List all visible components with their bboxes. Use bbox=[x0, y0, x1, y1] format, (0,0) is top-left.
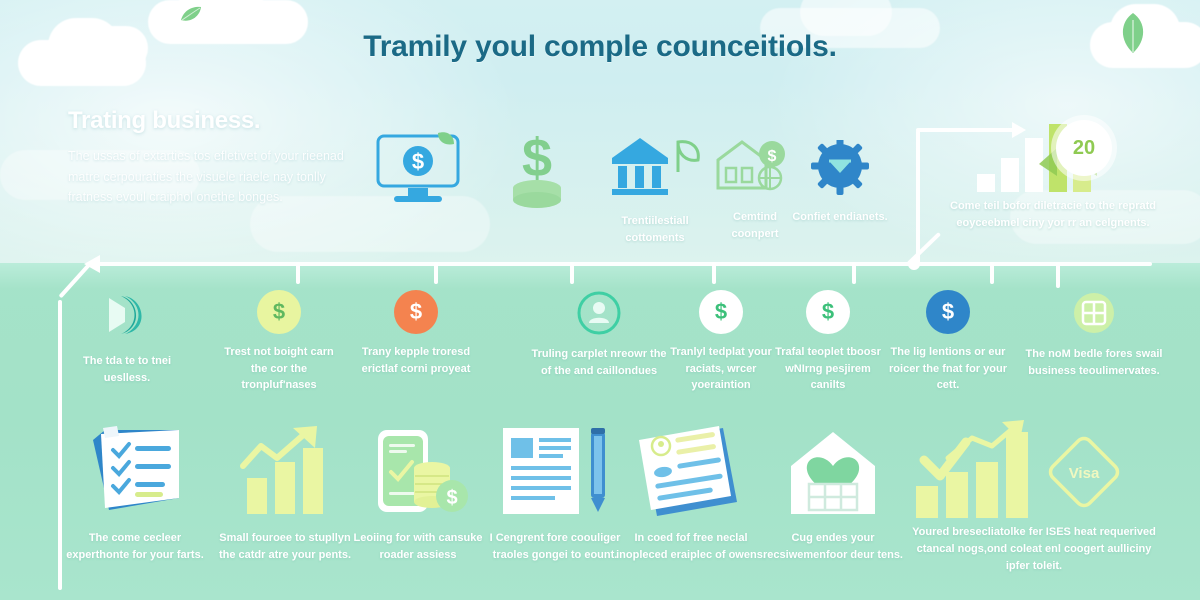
dollar-coin-icon: $ bbox=[926, 290, 970, 334]
bottom-item-0[interactable]: The come cecleer experthonte for your fa… bbox=[62, 424, 208, 564]
timeline-tick bbox=[852, 262, 856, 284]
monitor-dollar-icon: $ bbox=[376, 132, 460, 202]
timeline-tick bbox=[296, 262, 300, 284]
mid-item-1[interactable]: $ Trest not boight carn the cor the tron… bbox=[218, 290, 340, 394]
house-heart-illo bbox=[791, 432, 875, 514]
connector-drop bbox=[1056, 262, 1060, 288]
id-document-illo bbox=[639, 426, 737, 516]
dollar-coin-icon: $ bbox=[394, 290, 438, 334]
top-item-0: $ bbox=[370, 132, 466, 223]
top-item-4: Confiet endianets. bbox=[790, 137, 890, 226]
top-item-5: 20 Come teil bofor diletracie to the rep… bbox=[938, 118, 1168, 231]
mid-item-7-label: The noM bedle fores swail business teoul… bbox=[1025, 348, 1163, 377]
mid-item-0[interactable]: The tda te to tnei ueslless. bbox=[62, 292, 192, 386]
svg-text:$: $ bbox=[768, 148, 777, 165]
bank-building-icon bbox=[612, 138, 700, 195]
check-growth-chart-illo: Visa bbox=[916, 420, 1120, 518]
money-plant-icon: $ bbox=[513, 128, 561, 208]
mid-item-0-label: The tda te to tnei ueslless. bbox=[83, 355, 171, 384]
dollar-coin-icon: $ bbox=[257, 290, 301, 334]
dollar-coin-icon: $ bbox=[806, 290, 850, 334]
badge-rosette: 20 bbox=[1056, 120, 1112, 176]
bottom-item-2[interactable]: $ Leoiing for with cansuke roader assies… bbox=[348, 424, 488, 564]
mid-item-5-label: Trafal teoplet tboosr wNIrng pesjirem ca… bbox=[775, 346, 881, 392]
bottom-item-5-label: Cug endes your recsiwemenfoor deur tens. bbox=[763, 532, 903, 562]
top-item-2-label: Trentiilestiall cottoments bbox=[621, 215, 689, 244]
intro-body: The ussas of extarties tos efletivet of … bbox=[68, 149, 344, 204]
mid-item-4-label: Tranlyl tedplat your raciats, wrcer yoer… bbox=[670, 346, 772, 392]
bottom-item-4-label: In coed fof free neclal inopleced eraipl… bbox=[616, 532, 766, 562]
dollar-coin-icon: $ bbox=[699, 290, 743, 334]
connector-horizontal bbox=[916, 128, 1016, 132]
bottom-item-6[interactable]: Visa Youred bresecliatolke fer ISES heat… bbox=[904, 420, 1164, 575]
bottom-item-4[interactable]: In coed fof free neclal inopleced eraipl… bbox=[616, 424, 766, 564]
timeline-tick bbox=[570, 262, 574, 284]
growth-bar-chart-illo bbox=[240, 426, 323, 514]
intro-block: Trating business. The ussas of extarties… bbox=[68, 107, 350, 207]
document-pencil-illo bbox=[503, 428, 605, 514]
svg-text:$: $ bbox=[412, 149, 424, 174]
connector-arrow-right-icon bbox=[1012, 122, 1026, 138]
user-circle-icon bbox=[577, 291, 621, 335]
svg-text:Visa: Visa bbox=[1069, 465, 1100, 482]
window-grid-icon bbox=[1074, 293, 1114, 333]
mid-item-1-label: Trest not boight carn the cor the tronpl… bbox=[224, 346, 334, 392]
connector-vertical bbox=[916, 130, 920, 266]
mid-item-4[interactable]: $ Tranlyl tedplat your raciats, wrcer yo… bbox=[660, 290, 782, 394]
crescent-teal-icon bbox=[109, 296, 142, 334]
mid-item-5[interactable]: $ Trafal teoplet tboosr wNIrng pesjirem … bbox=[768, 290, 888, 394]
bottom-item-2-label: Leoiing for with cansuke roader assiess bbox=[353, 532, 483, 562]
bottom-item-3[interactable]: I Cengrent fore coouliger traoles gongei… bbox=[480, 424, 630, 564]
top-item-3: $ Cemtind coonpert bbox=[710, 138, 800, 242]
mid-item-2-label: Trany kepple troresd erictlaf corni proy… bbox=[361, 346, 471, 375]
top-item-2: Trentiilestiall cottoments bbox=[602, 136, 708, 246]
bottom-item-3-label: I Cengrent fore coouliger traoles gongei… bbox=[489, 532, 621, 562]
top-item-1: $ bbox=[492, 128, 582, 223]
timeline-tick bbox=[712, 262, 716, 284]
top-item-5-label: Come teil bofor diletracie to the reprat… bbox=[950, 200, 1156, 229]
gear-envelope-icon bbox=[811, 137, 869, 195]
mid-item-2[interactable]: $ Trany kepple troresd erictlaf corni pr… bbox=[356, 290, 476, 377]
top-item-3-label: Cemtind coonpert bbox=[731, 211, 779, 240]
mid-item-3-label: Truling carplet nreowr the of the and ca… bbox=[531, 348, 667, 377]
checklist-clipboard-illo bbox=[93, 426, 179, 510]
bottom-item-1[interactable]: Small fouroee to stupllyn the catdr atre… bbox=[212, 424, 358, 564]
phone-coins-illo: $ bbox=[378, 430, 468, 512]
page-title: Tramily youl comple counceitiols. bbox=[363, 30, 837, 63]
top-item-4-label: Confiet endianets. bbox=[792, 211, 888, 223]
bottom-item-1-label: Small fouroee to stupllyn the catdr atre… bbox=[218, 532, 352, 562]
badge-number: 20 bbox=[1072, 136, 1096, 159]
mid-item-6-label: The lig lentions or eur roicer the fnat … bbox=[889, 346, 1007, 392]
mid-item-3[interactable]: Truling carplet nreowr the of the and ca… bbox=[530, 290, 668, 379]
bottom-item-5[interactable]: Cug endes your recsiwemenfoor deur tens. bbox=[760, 424, 906, 564]
band-top-fade bbox=[0, 263, 1200, 289]
intro-title: Trating business. bbox=[68, 107, 261, 134]
mid-item-7[interactable]: The noM bedle fores swail business teoul… bbox=[1024, 290, 1164, 379]
svg-text:$: $ bbox=[446, 487, 457, 509]
infographic-canvas: Tramily youl comple counceitiols. Tratin… bbox=[0, 0, 1200, 600]
mid-item-6[interactable]: $ The lig lentions or eur roicer the fna… bbox=[888, 290, 1008, 394]
bottom-item-0-label: The come cecleer experthonte for your fa… bbox=[66, 532, 204, 562]
svg-text:$: $ bbox=[522, 128, 552, 188]
house-savings-icon: $ bbox=[716, 140, 785, 191]
bottom-item-6-label: Youred bresecliatolke fer ISES heat requ… bbox=[912, 526, 1156, 573]
leaf-icon bbox=[181, 6, 201, 21]
timeline-tick bbox=[990, 262, 994, 284]
timeline-tick bbox=[434, 262, 438, 284]
